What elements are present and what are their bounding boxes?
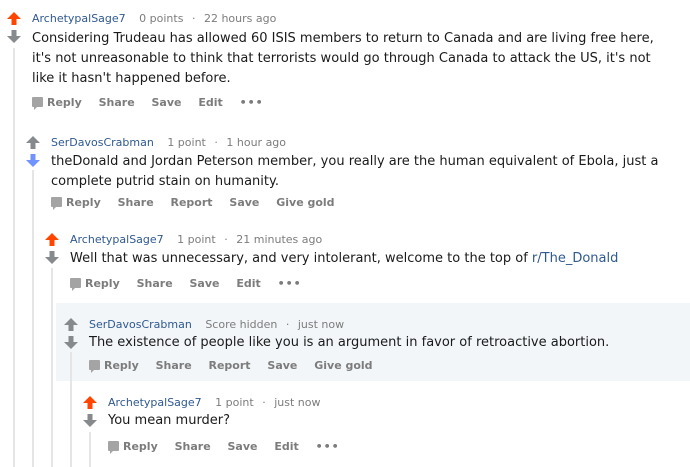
thread-line[interactable] — [89, 432, 91, 467]
save-button[interactable]: Save — [190, 277, 220, 291]
comment-meta: ArchetypalSage7 1 point · just now — [108, 396, 321, 410]
author-link[interactable]: ArchetypalSage7 — [108, 396, 202, 409]
author-link[interactable]: SerDavosCrabman — [89, 318, 192, 331]
more-options-icon[interactable]: ••• — [316, 440, 340, 454]
edit-button[interactable]: Edit — [236, 277, 260, 291]
upvote-arrow-icon[interactable] — [26, 136, 40, 149]
comment-meta: ArchetypalSage7 0 points · 22 hours ago — [32, 12, 276, 26]
timestamp[interactable]: 1 hour ago — [226, 136, 286, 149]
score: 1 point — [167, 136, 206, 149]
reply-label: Reply — [123, 440, 158, 453]
thread-line[interactable] — [51, 268, 53, 467]
comment-meta: SerDavosCrabman Score hidden · just now — [89, 318, 344, 332]
author-link[interactable]: ArchetypalSage7 — [32, 12, 126, 25]
timestamp[interactable]: 22 hours ago — [204, 12, 276, 25]
report-button[interactable]: Report — [171, 196, 213, 210]
comment-text: theDonald and Jordan Peterson member, yo… — [51, 154, 659, 189]
share-button[interactable]: Share — [156, 359, 192, 373]
comment-actions: Reply Share Save Edit ••• — [108, 440, 353, 454]
save-button[interactable]: Save — [267, 359, 297, 373]
timestamp[interactable]: 21 minutes ago — [236, 233, 322, 246]
separator: · — [214, 136, 218, 149]
separator: · — [191, 12, 196, 25]
comment-body: Well that was unnecessary, and very into… — [70, 249, 680, 269]
reply-label: Reply — [85, 277, 120, 290]
comment-body: The existence of people like you is an a… — [89, 333, 679, 353]
reply-icon — [51, 197, 62, 210]
reply-label: Reply — [104, 359, 139, 372]
separator: · — [224, 233, 228, 246]
upvote-arrow-icon[interactable] — [64, 318, 78, 331]
upvote-arrow-icon[interactable] — [83, 396, 97, 409]
more-options-icon[interactable]: ••• — [278, 277, 302, 291]
report-button[interactable]: Report — [209, 359, 251, 373]
reply-icon — [32, 97, 43, 110]
save-button[interactable]: Save — [152, 96, 182, 110]
comment-meta: SerDavosCrabman 1 point · 1 hour ago — [51, 136, 286, 150]
comment-meta: ArchetypalSage7 1 point · 21 minutes ago — [70, 233, 322, 247]
score: 1 point — [177, 233, 216, 246]
comment-body: Considering Trudeau has allowed 60 ISIS … — [32, 29, 672, 89]
vote-buttons — [45, 233, 59, 264]
downvote-arrow-icon[interactable] — [83, 414, 97, 427]
upvote-arrow-icon[interactable] — [45, 233, 59, 246]
reply-icon — [70, 278, 81, 291]
comment-actions: Reply Share Save Edit ••• — [32, 96, 277, 110]
share-button[interactable]: Share — [99, 96, 135, 110]
thread-line[interactable] — [70, 352, 72, 467]
save-button[interactable]: Save — [229, 196, 259, 210]
timestamp[interactable]: just now — [274, 396, 320, 409]
share-button[interactable]: Share — [175, 440, 211, 454]
share-button[interactable]: Share — [118, 196, 154, 210]
upvote-arrow-icon[interactable] — [7, 12, 21, 25]
comment-actions: Reply Share Report Save Give gold — [51, 196, 348, 210]
comment-text: Considering Trudeau has allowed 60 ISIS … — [32, 31, 654, 86]
separator: · — [285, 318, 290, 331]
vote-buttons — [26, 136, 40, 167]
thread-line[interactable] — [32, 170, 34, 467]
reply-icon — [108, 441, 119, 454]
comment-text: The existence of people like you is an a… — [89, 335, 610, 350]
author-link[interactable]: ArchetypalSage7 — [70, 233, 164, 246]
share-button[interactable]: Share — [137, 277, 173, 291]
vote-buttons — [64, 318, 78, 349]
reply-label: Reply — [47, 96, 82, 109]
comment-actions: Reply Share Report Save Give gold — [89, 359, 386, 373]
save-button[interactable]: Save — [228, 440, 258, 454]
edit-button[interactable]: Edit — [274, 440, 298, 454]
separator: · — [262, 396, 266, 409]
vote-buttons — [7, 12, 21, 43]
edit-button[interactable]: Edit — [198, 96, 222, 110]
reply-button[interactable]: Reply — [32, 96, 82, 110]
score: 0 points — [139, 12, 184, 25]
comment-text: Well that was unnecessary, and very into… — [70, 251, 532, 266]
comment-body: theDonald and Jordan Peterson member, yo… — [51, 152, 681, 192]
score: Score hidden — [205, 318, 278, 331]
reply-label: Reply — [66, 196, 101, 209]
author-link[interactable]: SerDavosCrabman — [51, 136, 154, 149]
comment-body: You mean murder? — [108, 411, 678, 431]
comment-actions: Reply Share Save Edit ••• — [70, 277, 315, 291]
downvote-arrow-icon[interactable] — [7, 30, 21, 43]
comment-text: You mean murder? — [108, 413, 231, 428]
reply-button[interactable]: Reply — [70, 277, 120, 291]
reply-button[interactable]: Reply — [51, 196, 101, 210]
downvote-arrow-icon[interactable] — [45, 251, 59, 264]
reply-button[interactable]: Reply — [108, 440, 158, 454]
thread-line[interactable] — [13, 48, 15, 467]
downvote-arrow-icon[interactable] — [64, 336, 78, 349]
reply-button[interactable]: Reply — [89, 359, 139, 373]
score: 1 point — [215, 396, 254, 409]
downvote-arrow-icon[interactable] — [26, 154, 40, 167]
reply-icon — [89, 360, 100, 373]
more-options-icon[interactable]: ••• — [240, 96, 264, 110]
subreddit-link[interactable]: r/The_Donald — [532, 251, 618, 266]
timestamp[interactable]: just now — [298, 318, 344, 331]
give-gold-button[interactable]: Give gold — [314, 359, 372, 373]
vote-buttons — [83, 396, 97, 427]
give-gold-button[interactable]: Give gold — [276, 196, 334, 210]
